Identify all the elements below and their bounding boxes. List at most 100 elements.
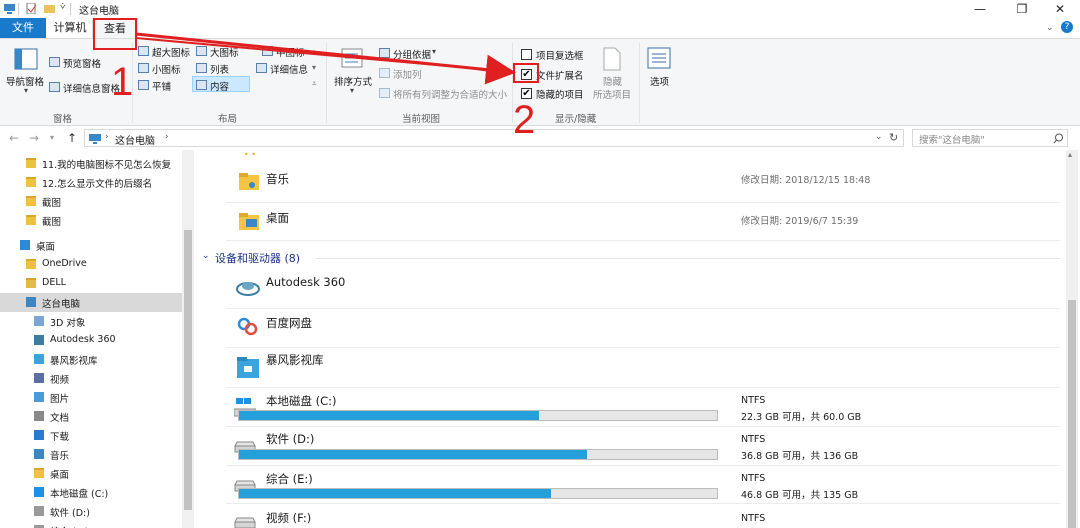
small-icons-icon <box>138 63 149 73</box>
layout-small-icons[interactable]: 小图标 <box>152 62 181 76</box>
sidebar-item[interactable]: 综合 (E:) <box>0 521 182 528</box>
folder-icon <box>34 468 44 478</box>
drive-item-d[interactable]: 软件 (D:) NTFS 36.8 GB 可用，共 136 GB <box>196 427 1064 465</box>
sidebar-item[interactable]: OneDrive <box>0 255 182 274</box>
device-item-baidu[interactable]: 百度网盘 <box>196 310 1064 348</box>
sidebar-item[interactable]: 这台电脑 <box>0 293 182 312</box>
folder-item-music[interactable]: 音乐 修改日期: 2018/12/15 18:48 <box>196 162 1064 202</box>
sidebar-item[interactable]: Autodesk 360 <box>0 331 182 350</box>
address-bar[interactable]: › 这台电脑 › ⌄ ↻ <box>84 129 904 147</box>
sidebar-item[interactable]: 音乐 <box>0 445 182 464</box>
sidebar-item[interactable]: 视频 <box>0 369 182 388</box>
layout-content[interactable]: 内容 <box>210 79 229 93</box>
preview-pane-label: 预览窗格 <box>63 59 102 70</box>
nav-scrollbar-thumb[interactable] <box>184 230 192 510</box>
sidebar-item[interactable]: 图片 <box>0 388 182 407</box>
search-input[interactable]: 搜索"这台电脑" <box>912 129 1068 147</box>
drive-name: 软件 (D:) <box>266 432 315 446</box>
minimize-button[interactable]: — <box>960 0 1000 18</box>
breadcrumb-chevron-icon[interactable]: › <box>105 132 109 142</box>
ribbon-collapse-icon[interactable]: ⌄ <box>1046 23 1054 33</box>
devices-section-header[interactable]: 设备和驱动器 (8) <box>215 250 300 266</box>
sidebar-item[interactable]: 桌面 <box>0 236 182 255</box>
sidebar-item[interactable]: 截图 <box>0 192 182 211</box>
properties-icon[interactable] <box>26 3 37 14</box>
sidebar-item[interactable]: 截图 <box>0 211 182 230</box>
drive-item-c[interactable]: 本地磁盘 (C:) NTFS 22.3 GB 可用，共 60.0 GB <box>196 388 1064 426</box>
layout-details[interactable]: 详细信息 <box>270 62 308 76</box>
chevron-down-icon: ▾ <box>350 86 355 95</box>
folder-icon <box>26 259 36 269</box>
sidebar-item[interactable]: 3D 对象 <box>0 312 182 331</box>
folder-icon <box>26 177 36 187</box>
layout-tiles[interactable]: 平铺 <box>152 79 171 93</box>
drive-filesystem: NTFS <box>741 395 766 406</box>
tab-file[interactable]: 文件 <box>0 18 46 38</box>
item-checkboxes-checkbox[interactable] <box>521 49 532 60</box>
sidebar-item-label: 视频 <box>50 375 70 386</box>
drive-item-f[interactable]: 视频 (F:) NTFS <box>196 505 1064 528</box>
this-pc-icon <box>26 297 36 307</box>
desktop-folder-icon <box>239 213 259 230</box>
sidebar-item[interactable]: 12.怎么显示文件的后缀名 <box>0 173 182 192</box>
step-1-label: 1 <box>111 60 134 104</box>
title-bar: ⩒ 这台电脑 — ❐ ✕ <box>0 0 1080 18</box>
layout-large-icons[interactable]: 大图标 <box>210 45 239 59</box>
ribbon: 导航窗格 ▾ 预览窗格 详细信息窗格 窗格 超大图标 大图标 中图标 小图标 列… <box>0 38 1080 126</box>
drive-item-e[interactable]: 综合 (E:) NTFS 46.8 GB 可用，共 135 GB <box>196 466 1064 504</box>
scroll-up-icon[interactable]: ▴ <box>1068 150 1072 159</box>
layout-list[interactable]: 列表 <box>210 62 229 76</box>
maximize-button[interactable]: ❐ <box>1002 0 1042 18</box>
layout-group-label: 布局 <box>218 114 238 125</box>
tab-computer[interactable]: 计算机 <box>50 18 90 38</box>
forward-arrow-icon[interactable]: → <box>26 130 42 146</box>
breadcrumb[interactable]: 这台电脑 <box>115 132 155 147</box>
folder-name: 桌面 <box>266 211 289 225</box>
help-icon[interactable]: ? <box>1061 21 1073 33</box>
recent-dropdown-icon[interactable]: ▾ <box>44 130 60 146</box>
address-dropdown-icon[interactable]: ⌄ <box>875 132 883 142</box>
sidebar-item[interactable]: 11.我的电脑图标不见怎么恢复 <box>0 154 182 173</box>
sidebar-item-label: 下载 <box>50 432 70 443</box>
windows-drive-icon <box>34 487 44 497</box>
drive-free-space: 46.8 GB 可用，共 135 GB <box>741 490 859 501</box>
details-icon <box>256 63 267 73</box>
layout-scroll-up-icon[interactable]: ▴ <box>312 47 316 56</box>
sidebar-item[interactable]: 下载 <box>0 426 182 445</box>
layout-expand-icon[interactable]: ⩡ <box>312 79 317 89</box>
device-item-autodesk[interactable]: Autodesk 360 <box>196 268 1064 308</box>
sidebar-item[interactable]: 软件 (D:) <box>0 502 182 521</box>
layout-medium-icons[interactable]: 中图标 <box>276 45 305 59</box>
drive-usage-fill <box>239 411 540 420</box>
nav-scrollbar[interactable] <box>182 150 194 528</box>
folder-item-desktop[interactable]: 桌面 修改日期: 2019/6/7 15:39 <box>196 203 1064 243</box>
fit-columns-button[interactable]: 将所有列调整为合适的大小 <box>393 87 507 101</box>
sidebar-item[interactable]: 本地磁盘 (C:) <box>0 483 182 502</box>
breadcrumb-chevron-icon[interactable]: › <box>165 132 169 142</box>
tiles-icon <box>138 80 149 90</box>
refresh-icon[interactable]: ↻ <box>889 131 898 144</box>
new-folder-icon[interactable] <box>44 3 55 14</box>
qat-dropdown-icon[interactable]: ⩒ <box>60 2 65 12</box>
divider <box>226 308 1060 309</box>
up-arrow-icon[interactable]: ↑ <box>64 130 80 146</box>
sidebar-item[interactable]: 桌面 <box>0 464 182 483</box>
add-columns-button[interactable]: 添加列 <box>393 67 422 81</box>
divider <box>639 43 640 123</box>
group-by-button[interactable]: 分组依据 <box>393 47 431 61</box>
back-arrow-icon[interactable]: ← <box>6 130 22 146</box>
close-button[interactable]: ✕ <box>1040 0 1080 18</box>
layout-scroll-down-icon[interactable]: ▾ <box>312 63 316 72</box>
divider <box>226 240 1060 241</box>
drive-name: 综合 (E:) <box>266 472 313 486</box>
sidebar-item[interactable]: DELL <box>0 274 182 293</box>
sidebar-item[interactable]: 暴风影视库 <box>0 350 182 369</box>
hide-selected-label: 隐藏 <box>603 77 623 88</box>
content-scrollbar-thumb[interactable] <box>1068 300 1076 528</box>
sidebar-item[interactable]: 文档 <box>0 407 182 426</box>
content-scrollbar[interactable]: ▴ <box>1066 150 1078 528</box>
content-pane: • • 音乐 修改日期: 2018/12/15 18:48 桌面 修改日期: 2… <box>196 150 1064 528</box>
layout-xl-icons[interactable]: 超大图标 <box>152 45 190 59</box>
device-item-baofeng[interactable]: 暴风影视库 <box>196 348 1064 386</box>
collapse-chevron-icon[interactable]: ⌄ <box>202 251 210 261</box>
